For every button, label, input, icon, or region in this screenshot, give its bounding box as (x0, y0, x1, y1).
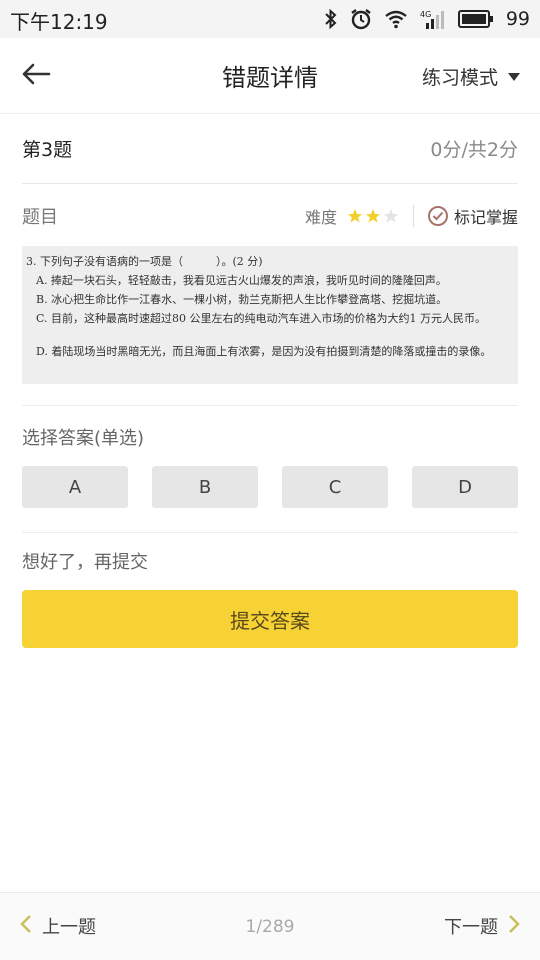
network-type-label: 4G (420, 10, 431, 19)
question-number: 第3题 (22, 139, 73, 161)
chevron-right-icon (508, 914, 520, 939)
difficulty-stars (347, 208, 399, 224)
subject-meta: 难度 标记掌握 (305, 204, 518, 228)
check-circle-icon (427, 206, 448, 226)
nav-bar: 错题详情 练习模式 (0, 38, 540, 114)
option-b-button[interactable]: B (152, 466, 258, 508)
mode-dropdown[interactable]: 练习模式 (422, 63, 520, 90)
subject-row: 题目 难度 标记掌握 (22, 186, 518, 246)
next-question-label: 下一题 (444, 917, 498, 938)
question-option-a: A. 捧起一块石头，轻轻敲击，我看见远古火山爆发的声浪，我听见时间的隆隆回声。 (36, 274, 447, 287)
answer-options: A B C D (22, 466, 518, 508)
difficulty-rating: 难度 (305, 204, 399, 228)
star-filled-icon (365, 209, 381, 223)
divider (412, 205, 414, 227)
option-a-button[interactable]: A (22, 466, 128, 508)
status-bar: 下午12:19 4G 99 (0, 0, 540, 38)
caret-down-icon (508, 72, 520, 81)
status-icons: 4G 99 (324, 5, 530, 33)
submit-hint: 想好了，再提交 (22, 552, 148, 573)
option-c-button[interactable]: C (282, 466, 388, 508)
star-filled-icon (347, 209, 363, 223)
next-question-button[interactable]: 下一题 (444, 913, 520, 939)
mode-label: 练习模式 (421, 67, 498, 89)
signal-icon: 4G (420, 8, 446, 30)
answer-label: 选择答案(单选) (22, 428, 145, 449)
question-option-c: C. 目前，这种最高时速超过80 公里左右的纯电动汽车进入市场的价格为大约1 万… (36, 312, 487, 325)
difficulty-label: 难度 (304, 208, 337, 227)
star-empty-icon (383, 209, 399, 223)
question-content: 3. 下列句子没有语病的一项是（ ）。(2 分) A. 捧起一块石头，轻轻敲击，… (22, 246, 518, 384)
question-option-b: B. 冰心把生命比作一江春水、一棵小树，勃兰克斯把人生比作攀登高塔、挖掘坑道。 (36, 293, 448, 306)
battery-level: 99 (505, 8, 530, 30)
mark-mastered-button[interactable]: 标记掌握 (427, 204, 518, 228)
divider (22, 405, 518, 406)
option-d-button[interactable]: D (412, 466, 518, 508)
question-header: 第3题 0分/共2分 (22, 114, 518, 184)
divider (22, 532, 518, 533)
status-time: 下午12:19 (10, 10, 108, 34)
question-option-d: D. 着陆现场当时黑暗无光，而且海面上有浓雾，是因为没有拍摄到清楚的降落或撞击的… (36, 345, 492, 358)
bottom-bar: 上一题 1/289 下一题 (0, 892, 540, 960)
subject-label: 题目 (22, 207, 58, 228)
alarm-icon (350, 8, 372, 30)
wifi-icon (384, 9, 408, 29)
question-score: 0分/共2分 (430, 139, 518, 161)
battery-icon (457, 10, 494, 28)
mark-mastered-label: 标记掌握 (453, 208, 518, 227)
bluetooth-icon (324, 8, 338, 30)
submit-answer-button[interactable]: 提交答案 (22, 590, 518, 648)
question-stem: 3. 下列句子没有语病的一项是（ ）。(2 分) (26, 255, 263, 268)
